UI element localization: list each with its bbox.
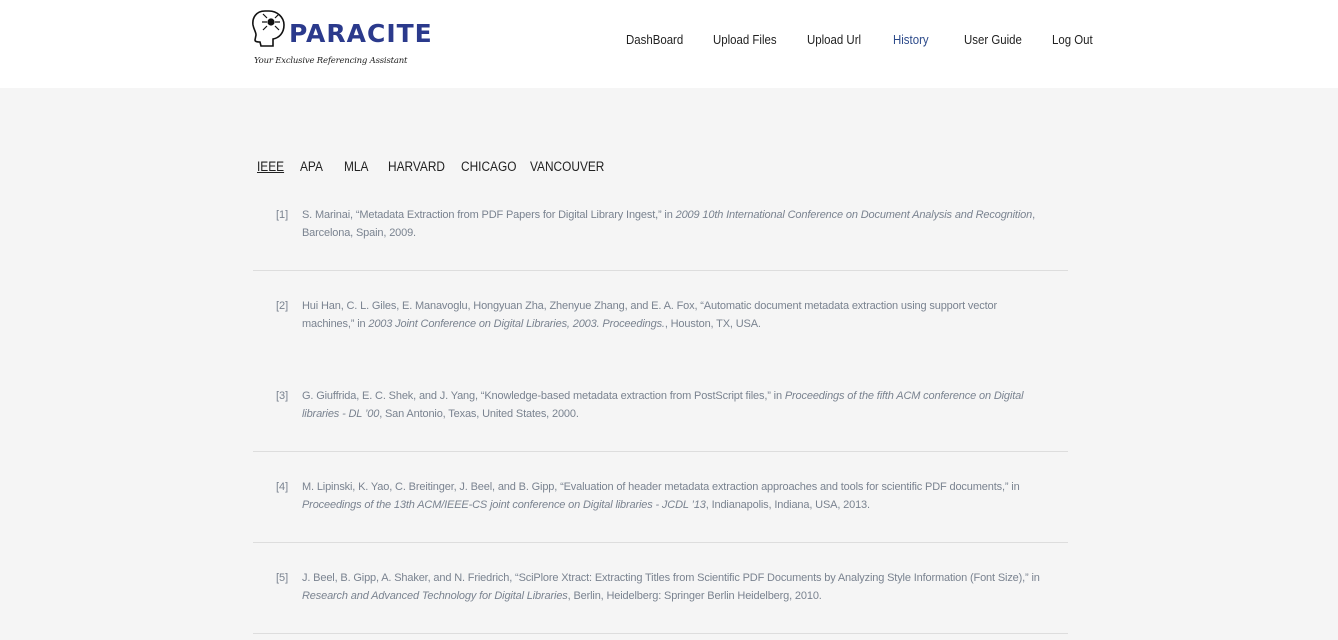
reference-text[interactable]: S. Marinai, “Metadata Extraction from PD… [302, 206, 1047, 242]
brand-name: PARACITE [289, 19, 433, 48]
tab-harvard[interactable]: HARVARD [388, 158, 445, 176]
tab-vancouver[interactable]: VANCOUVER [530, 158, 604, 176]
tab-apa[interactable]: APA [300, 158, 323, 176]
divider [253, 633, 1068, 634]
reference-text[interactable]: M. Lipinski, K. Yao, C. Breitinger, J. B… [302, 478, 1047, 514]
nav-dashboard[interactable]: DashBoard [626, 31, 683, 49]
reference-text[interactable]: G. Giuffrida, E. C. Shek, and J. Yang, “… [302, 387, 1047, 423]
brand-logo[interactable]: PARACITE Your Exclusive Referencing Assi… [251, 9, 432, 69]
tab-chicago[interactable]: CHICAGO [461, 158, 516, 176]
nav-history[interactable]: History [893, 31, 929, 49]
nav-upload-files[interactable]: Upload Files [713, 31, 777, 49]
reference-number: [4] [276, 481, 289, 493]
reference-number: [3] [276, 390, 289, 402]
reference-text[interactable]: J. Beel, B. Gipp, A. Shaker, and N. Frie… [302, 569, 1047, 605]
reference-number: [5] [276, 572, 289, 584]
tab-mla[interactable]: MLA [344, 158, 368, 176]
head-silhouette-icon [252, 10, 285, 47]
nav-upload-url[interactable]: Upload Url [807, 31, 861, 49]
divider [253, 542, 1068, 543]
nav-user-guide[interactable]: User Guide [964, 31, 1022, 49]
reference-text[interactable]: Hui Han, C. L. Giles, E. Manavoglu, Hong… [302, 297, 1047, 333]
header: PARACITE Your Exclusive Referencing Assi… [0, 0, 1338, 88]
brand-tagline: Your Exclusive Referencing Assistant [254, 56, 408, 66]
reference-number: [2] [276, 300, 289, 312]
divider [253, 270, 1068, 271]
divider [253, 451, 1068, 452]
reference-number: [1] [276, 209, 289, 221]
tab-ieee[interactable]: IEEE [257, 158, 284, 176]
nav-log-out[interactable]: Log Out [1052, 31, 1093, 49]
